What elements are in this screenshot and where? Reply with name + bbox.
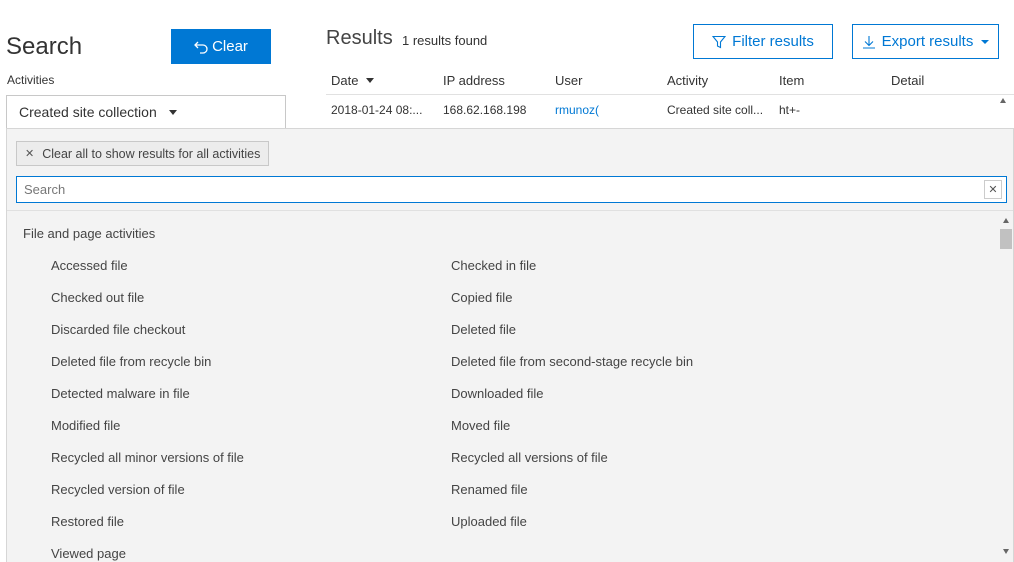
activity-list-item[interactable]: Modified file <box>51 418 120 433</box>
activities-dropdown[interactable]: Created site collection <box>6 95 286 129</box>
export-results-button[interactable]: Export results <box>852 24 999 59</box>
chevron-down-icon <box>168 109 177 115</box>
activity-list-item[interactable]: Accessed file <box>51 258 128 273</box>
panel-divider <box>7 210 1013 211</box>
activity-list-item[interactable]: Discarded file checkout <box>51 322 185 337</box>
activity-list-item[interactable]: Uploaded file <box>451 514 527 529</box>
clear-all-activities-chip[interactable]: ✕ Clear all to show results for all acti… <box>16 141 270 166</box>
activity-list-item[interactable]: Checked in file <box>451 258 536 273</box>
activity-list-item[interactable]: Deleted file <box>451 322 516 337</box>
column-header-detail[interactable]: Detail <box>891 73 924 88</box>
filter-results-label: Filter results <box>732 33 814 50</box>
clear-button-label: Clear <box>212 38 248 55</box>
activity-list-item[interactable]: Deleted file from second-stage recycle b… <box>451 354 693 369</box>
download-icon <box>862 35 875 49</box>
column-header-item[interactable]: Item <box>779 73 804 88</box>
column-header-activity[interactable]: Activity <box>667 73 708 88</box>
sort-descending-icon <box>366 78 375 83</box>
results-title: Results <box>326 27 393 49</box>
activity-list-item[interactable]: Copied file <box>451 290 512 305</box>
column-header-date-label: Date <box>331 73 359 88</box>
search-title: Search <box>6 33 83 60</box>
row-activity[interactable]: Created site coll... <box>667 103 772 117</box>
filter-results-button[interactable]: Filter results <box>693 24 833 59</box>
activity-list-item[interactable]: Recycled all minor versions of file <box>51 450 244 465</box>
activity-search-input[interactable] <box>16 176 1007 203</box>
row-item[interactable]: ht+- <box>779 103 884 117</box>
row-ip[interactable]: 168.62.168.198 <box>443 103 548 117</box>
undo-icon <box>194 41 208 54</box>
row-user[interactable]: rmunoz( <box>555 103 660 117</box>
scrollbar-thumb[interactable] <box>1000 229 1012 249</box>
table-header-divider <box>326 94 1014 95</box>
activity-list-item[interactable]: Downloaded file <box>451 386 544 401</box>
activity-list-scrollbar[interactable] <box>1000 215 1012 562</box>
clear-search-icon[interactable]: ✕ <box>984 180 1002 199</box>
activity-list-item[interactable]: Recycled version of file <box>51 482 185 497</box>
column-header-user[interactable]: User <box>555 73 582 88</box>
scroll-down-icon[interactable] <box>1003 549 1009 554</box>
activity-list-item[interactable]: Detected malware in file <box>51 386 190 401</box>
activities-dropdown-panel: ✕ Clear all to show results for all acti… <box>6 128 1014 562</box>
activity-list-item[interactable]: Deleted file from recycle bin <box>51 354 211 369</box>
chevron-down-icon <box>981 39 990 44</box>
close-icon: ✕ <box>25 148 35 160</box>
row-date[interactable]: 2018-01-24 08:... <box>331 103 436 117</box>
activity-list-item[interactable]: Checked out file <box>51 290 144 305</box>
column-header-date[interactable]: Date <box>331 73 375 88</box>
column-header-ip[interactable]: IP address <box>443 73 505 88</box>
activity-list-item[interactable]: Restored file <box>51 514 124 529</box>
clear-button[interactable]: Clear <box>171 29 271 64</box>
activity-list-item[interactable]: Viewed page <box>51 546 126 561</box>
group-label-file-page: File and page activities <box>23 226 156 241</box>
results-count: 1 results found <box>402 33 488 48</box>
export-results-label: Export results <box>881 33 974 50</box>
clear-all-activities-label: Clear all to show results for all activi… <box>42 146 261 161</box>
table-scroll-up-icon[interactable] <box>1000 98 1006 103</box>
activity-list-item[interactable]: Renamed file <box>451 482 528 497</box>
activity-list-item[interactable]: Moved file <box>451 418 510 433</box>
activities-label: Activities <box>7 73 55 87</box>
filter-icon <box>712 35 727 48</box>
activity-list-item[interactable]: Recycled all versions of file <box>451 450 608 465</box>
activities-selected-value: Created site collection <box>19 104 157 120</box>
scroll-up-icon[interactable] <box>1003 218 1009 223</box>
